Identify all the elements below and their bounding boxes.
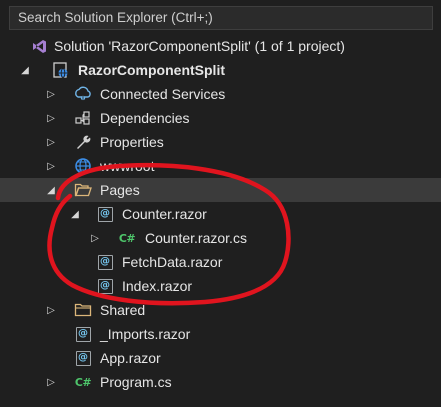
- solution-icon: [30, 37, 48, 55]
- expand-arrow-icon[interactable]: ▷: [44, 111, 58, 125]
- open-folder-icon: [74, 181, 92, 199]
- tree-item-dependencies[interactable]: ▷ Dependencies: [0, 106, 441, 130]
- expand-arrow-icon[interactable]: ▷: [44, 303, 58, 317]
- tree-item-fetchdata-razor[interactable]: @ FetchData.razor: [0, 250, 441, 274]
- tree-item-counter-razor[interactable]: ◢ @ Counter.razor: [0, 202, 441, 226]
- tree-item-program-cs[interactable]: ▷ C# Program.cs: [0, 370, 441, 394]
- folder-icon: [74, 301, 92, 319]
- tree-item-label: Dependencies: [100, 110, 190, 126]
- csharp-glyph: C#: [74, 375, 92, 389]
- razor-at-glyph: @: [97, 206, 113, 222]
- tree-item-label: Connected Services: [100, 86, 226, 102]
- tree-item-properties[interactable]: ▷ Properties: [0, 130, 441, 154]
- globe-icon: [74, 157, 92, 175]
- tree-item-label: Shared: [100, 302, 146, 318]
- razor-file-icon: @: [96, 253, 114, 271]
- web-project-icon: [51, 61, 69, 79]
- razor-at-glyph: @: [97, 254, 113, 270]
- csharp-glyph: C#: [118, 231, 136, 245]
- tree-item-solution[interactable]: Solution 'RazorComponentSplit' (1 of 1 p…: [0, 34, 441, 58]
- tree-item-label: Index.razor: [122, 278, 193, 294]
- collapse-arrow-icon[interactable]: ◢: [18, 63, 32, 77]
- search-solution-explorer-input[interactable]: Search Solution Explorer (Ctrl+;): [9, 6, 433, 30]
- csharp-file-icon: C#: [118, 229, 136, 247]
- expand-arrow-icon[interactable]: ▷: [44, 87, 58, 101]
- tree-item-index-razor[interactable]: @ Index.razor: [0, 274, 441, 298]
- tree-item-label: _Imports.razor: [100, 326, 191, 342]
- tree-item-shared[interactable]: ▷ Shared: [0, 298, 441, 322]
- razor-file-icon: @: [74, 325, 92, 343]
- collapse-arrow-icon[interactable]: ◢: [44, 183, 58, 197]
- expand-arrow-icon[interactable]: ▷: [44, 135, 58, 149]
- expand-arrow-icon[interactable]: ▷: [44, 375, 58, 389]
- tree-item-connected-services[interactable]: ▷ Connected Services: [0, 82, 441, 106]
- connected-services-icon: [74, 85, 92, 103]
- tree-item-counter-razor-cs[interactable]: ▷ C# Counter.razor.cs: [0, 226, 441, 250]
- dependencies-icon: [74, 109, 92, 127]
- collapse-arrow-icon[interactable]: ◢: [68, 207, 82, 221]
- tree-item-label: Program.cs: [100, 374, 172, 390]
- tree-item-label: Pages: [100, 182, 140, 198]
- csharp-file-icon: C#: [74, 373, 92, 391]
- razor-file-icon: @: [96, 277, 114, 295]
- tree-item-label: App.razor: [100, 350, 161, 366]
- tree-item-label: Properties: [100, 134, 164, 150]
- tree-item-label: RazorComponentSplit: [78, 62, 225, 78]
- tree-item-label: FetchData.razor: [122, 254, 223, 270]
- tree-item-label: Counter.razor.cs: [145, 230, 247, 246]
- tree-item-wwwroot[interactable]: ▷ wwwroot: [0, 154, 441, 178]
- tree-item-app-razor[interactable]: @ App.razor: [0, 346, 441, 370]
- expand-arrow-icon[interactable]: ▷: [44, 159, 58, 173]
- razor-file-icon: @: [96, 205, 114, 223]
- razor-at-glyph: @: [75, 350, 91, 366]
- tree-item-imports-razor[interactable]: @ _Imports.razor: [0, 322, 441, 346]
- expand-arrow-icon[interactable]: ▷: [88, 231, 102, 245]
- tree-item-label: Solution 'RazorComponentSplit' (1 of 1 p…: [54, 38, 345, 54]
- razor-at-glyph: @: [97, 278, 113, 294]
- tree-item-project[interactable]: ◢ RazorComponentSplit: [0, 58, 441, 82]
- razor-at-glyph: @: [75, 326, 91, 342]
- tree-item-label: wwwroot: [100, 158, 155, 174]
- tree-item-label: Counter.razor: [122, 206, 207, 222]
- properties-wrench-icon: [74, 133, 92, 151]
- razor-file-icon: @: [74, 349, 92, 367]
- tree-item-pages[interactable]: ◢ Pages: [0, 178, 441, 202]
